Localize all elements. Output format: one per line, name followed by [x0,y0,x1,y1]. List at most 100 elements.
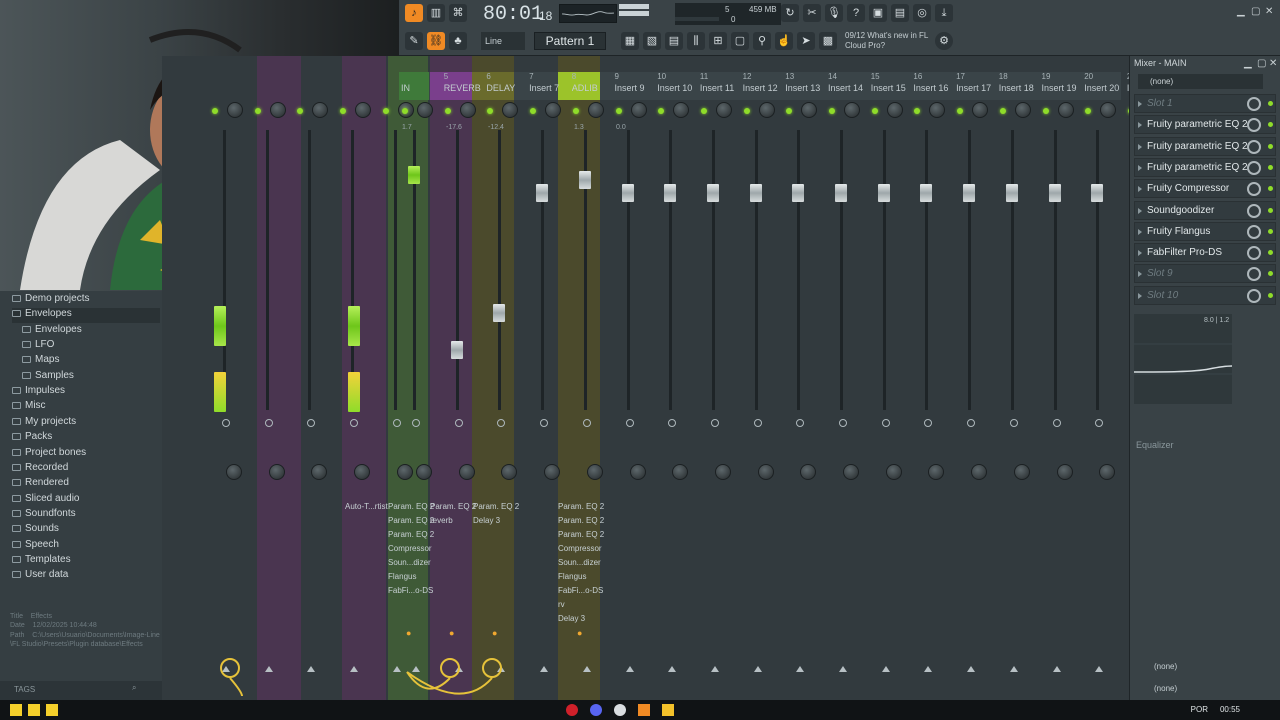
strip-led[interactable] [829,108,835,114]
fx-slot-label[interactable]: Delay 3 [558,614,585,623]
fx-slot-label[interactable]: FabFi...o-DS [388,586,433,595]
fx-slot-label[interactable]: Param. EQ 2 [558,530,604,539]
pan-knob[interactable] [972,102,989,118]
stereo-knob[interactable] [843,464,859,480]
send-arrow-icon[interactable] [625,666,634,672]
stereo-knob[interactable] [629,464,646,480]
insert-header[interactable]: 6 DELAY [484,72,525,100]
step-edit-icon[interactable]: ▥ [427,4,445,22]
microphone-icon[interactable]: 🎙 [825,4,843,22]
search-taskbar-icon[interactable] [28,704,40,716]
news-panel[interactable]: 09/12 What's new in FL Cloud Pro? [845,31,935,51]
strip-led[interactable] [444,108,451,114]
slot-expand-icon[interactable] [1138,271,1142,278]
route-circle[interactable] [540,419,549,427]
save-icon[interactable]: ▣ [869,4,887,22]
insert-header[interactable]: 11 Insert 11 [698,72,739,100]
insert-header[interactable]: 14 Insert 14 [826,72,867,100]
channel-rack-icon[interactable]: ▤ [665,32,683,50]
fx-slot-label[interactable]: rv [558,600,565,609]
slot-expand-icon[interactable] [1138,164,1142,171]
route-circle[interactable] [753,419,762,427]
strip-led[interactable] [957,108,964,114]
taskbar-clock[interactable]: 00:55 [1220,705,1240,714]
volume-fader[interactable] [835,184,847,202]
stereo-knob[interactable] [396,464,413,480]
slot-enable-led[interactable] [1268,101,1273,106]
route-circle[interactable] [839,419,847,427]
slot-expand-icon[interactable] [1138,292,1142,299]
discord-icon[interactable] [590,704,602,716]
browser-icon[interactable]: ▢ [731,32,749,50]
eq-graph[interactable] [1134,314,1232,404]
master-volume-bars[interactable] [619,4,649,23]
route-circle[interactable] [222,419,230,427]
snap-select[interactable]: Line [481,32,525,50]
panel-close-icon[interactable]: ✕ [1269,58,1277,69]
route-circle[interactable] [1095,419,1104,427]
volume-fader[interactable] [792,184,805,202]
mix-level-knob[interactable] [1247,224,1261,239]
settings-app-icon[interactable] [614,704,626,716]
pan-knob[interactable] [929,102,946,118]
mix-level-knob[interactable] [1247,118,1261,133]
send-arrow-icon[interactable] [881,666,890,672]
pan-knob[interactable] [502,102,519,118]
pencil-tool-icon[interactable]: ✎ [405,32,423,50]
browser-item[interactable]: Misc [12,400,46,415]
fx-slot-label[interactable]: Param. EQ 2 [558,502,604,511]
volume-fader[interactable] [1005,184,1018,202]
toggle-icon[interactable]: ➤ [797,32,815,50]
volume-fader[interactable] [706,184,719,202]
send-arrow-icon[interactable] [753,666,762,672]
effect-slot[interactable]: Fruity parametric EQ 2 [1134,157,1276,177]
strip-led[interactable] [212,108,218,114]
route-circle[interactable] [625,419,634,427]
playlist-icon[interactable]: ▦ [621,32,639,50]
shop-icon[interactable]: ▩ [819,32,837,50]
pan-knob[interactable] [801,102,818,118]
insert-header[interactable]: 10 Insert 10 [655,72,696,100]
browser-item[interactable]: Recorded [12,462,68,477]
touch-keyboard-icon[interactable]: ☝ [775,32,793,50]
fx-slot-label[interactable]: Param. EQ 2 [558,516,604,525]
stereo-knob[interactable] [501,464,518,480]
fx-slot-label[interactable]: Param. EQ 2 [388,516,434,525]
fx-slot-label[interactable]: Param. EQ 2 [388,530,434,539]
browser-item[interactable]: User data [12,569,68,584]
chat-icon[interactable]: ◎ [913,4,931,22]
send-arrow-icon[interactable] [924,666,933,672]
stereo-knob[interactable] [544,464,561,480]
project-picker-icon[interactable]: ⊞ [709,32,727,50]
browser-item[interactable]: Rendered [12,477,69,492]
language-indicator[interactable]: POR [1191,705,1208,714]
minimize-icon[interactable]: ▁ [1237,6,1245,17]
strip-led[interactable] [530,108,537,114]
route-circle[interactable] [264,419,273,427]
fx-slot-label[interactable]: Param. EQ 2 [430,502,476,511]
slot-enable-led[interactable] [1268,271,1273,277]
pan-knob[interactable] [1100,102,1117,118]
insert-header[interactable]: 18 Insert 18 [997,72,1038,100]
fx-slot-label[interactable]: Auto-T...rtist [345,502,388,511]
pan-knob[interactable] [844,102,860,118]
fl-studio-icon[interactable] [638,704,650,716]
route-circle[interactable] [454,419,463,427]
stereo-knob[interactable] [354,464,371,480]
stereo-knob[interactable] [1013,464,1030,480]
stereo-knob[interactable] [714,464,731,480]
stereo-knob[interactable] [1099,464,1116,480]
slot-expand-icon[interactable] [1138,250,1142,257]
browser-item[interactable]: My projects [12,416,76,431]
fx-slot-label[interactable]: Compressor [558,544,602,553]
panel-restore-icon[interactable]: ▢ [1257,58,1266,69]
fx-slot-label[interactable]: Compressor [388,544,432,553]
pan-knob[interactable] [1057,102,1074,118]
browser-item[interactable]: Soundfonts [12,508,76,523]
task-view-icon[interactable] [46,704,58,716]
send-arrow-icon[interactable] [1009,666,1018,672]
send-knob-icon[interactable]: ● [492,628,497,638]
insert-header[interactable]: 20 Insert 20 [1082,72,1123,100]
strip-led[interactable] [297,108,304,114]
stereo-knob[interactable] [928,464,945,480]
